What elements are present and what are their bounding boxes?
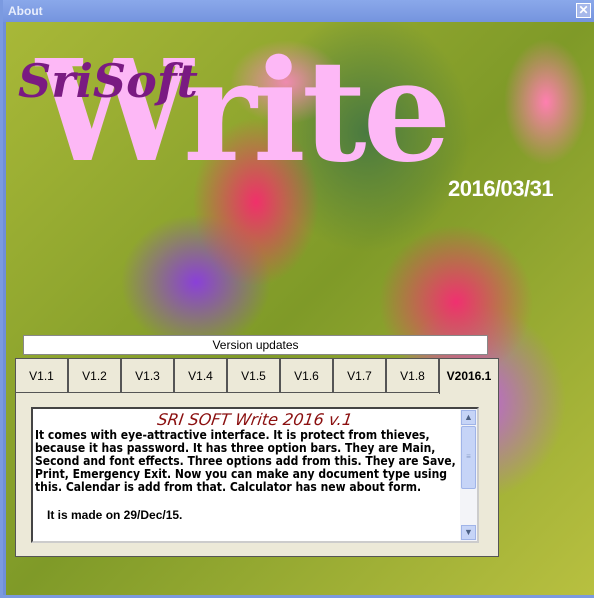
tab-panel: SRI SOFT Write 2016 v.1 It comes with ey…: [15, 392, 499, 557]
window-title: About: [8, 4, 43, 18]
tab-v1-4[interactable]: V1.4: [174, 358, 227, 392]
scroll-thumb[interactable]: ≡: [461, 426, 476, 489]
logo-srisoft: SriSoft: [18, 54, 198, 108]
tab-v1-7[interactable]: V1.7: [333, 358, 386, 392]
release-date: 2016/03/31: [448, 176, 554, 201]
tab-v1-1[interactable]: V1.1: [15, 358, 68, 392]
made-date: It is made on 29/Dec/15.: [47, 508, 183, 522]
tab-v1-2[interactable]: V1.2: [68, 358, 121, 392]
tab-v2016-1[interactable]: V2016.1: [439, 358, 499, 394]
content-heading: SRI SOFT Write 2016 v.1: [156, 410, 354, 429]
tab-v1-3[interactable]: V1.3: [121, 358, 174, 392]
about-window: About ✕ Write SriSoft 2016/03/31 Version…: [0, 0, 594, 598]
tab-v1-8[interactable]: V1.8: [386, 358, 439, 392]
tab-v1-5[interactable]: V1.5: [227, 358, 280, 392]
vertical-scrollbar[interactable]: ▲ ≡ ▼: [460, 409, 477, 541]
content-body: It comes with eye-attractive interface. …: [35, 428, 456, 494]
tab-v1-6[interactable]: V1.6: [280, 358, 333, 392]
version-updates-label: Version updates: [23, 335, 488, 355]
close-button[interactable]: ✕: [576, 3, 591, 18]
version-tabs: V1.1 V1.2 V1.3 V1.4 V1.5 V1.6 V1.7 V1.8 …: [15, 358, 499, 394]
scroll-down-icon[interactable]: ▼: [461, 525, 476, 540]
description-textbox[interactable]: SRI SOFT Write 2016 v.1 It comes with ey…: [31, 407, 479, 543]
scroll-up-icon[interactable]: ▲: [461, 410, 476, 425]
title-bar: About ✕: [3, 0, 594, 22]
